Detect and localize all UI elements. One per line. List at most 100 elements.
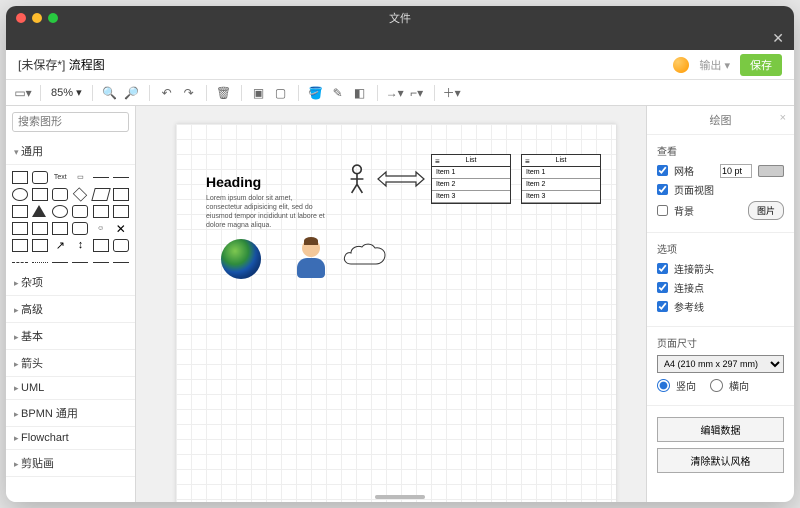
shape-square[interactable]	[32, 188, 48, 201]
shape-arrow[interactable]: ↗	[52, 239, 68, 252]
shape-rounded[interactable]	[52, 188, 68, 201]
shape-doc[interactable]	[12, 239, 28, 252]
close-window[interactable]	[16, 13, 26, 23]
globe-shape[interactable]	[221, 239, 261, 279]
shape-line2[interactable]	[113, 177, 129, 178]
grid-checkbox[interactable]	[657, 165, 668, 176]
shape-arrow-line[interactable]	[52, 262, 68, 263]
zoom-dropdown[interactable]: 85% ▾	[49, 86, 84, 99]
sub-titlebar: ✕	[6, 30, 794, 50]
shape-dotted[interactable]	[32, 262, 48, 263]
conn-arrow-checkbox[interactable]	[657, 263, 668, 274]
export-button[interactable]: 输出 ▾	[699, 57, 730, 73]
avatar-shape[interactable]	[296, 239, 326, 279]
portrait-radio[interactable]	[657, 379, 670, 392]
list-item: Item 3	[432, 191, 510, 203]
view-mode-button[interactable]: ▭▾	[14, 84, 32, 102]
cloud-shape[interactable]	[341, 242, 391, 272]
grid-size-input[interactable]	[720, 164, 752, 178]
category-bpmn[interactable]: BPMN 通用	[6, 400, 135, 427]
to-back-icon[interactable]: ▢	[272, 84, 290, 102]
shape-rounded-rect[interactable]	[32, 171, 48, 184]
list-shape-1[interactable]: List Item 1 Item 2 Item 3	[431, 154, 511, 204]
canvas-page[interactable]: Heading Lorem ipsum dolor sit amet, cons…	[176, 124, 616, 502]
category-misc[interactable]: 杂项	[6, 269, 135, 296]
maximize-window[interactable]	[48, 13, 58, 23]
search-input[interactable]	[12, 112, 129, 132]
shape-star[interactable]: ↕	[72, 239, 88, 252]
connection-icon[interactable]: →▾	[386, 84, 404, 102]
shape-sidebar: 通用 Text ▭	[6, 106, 136, 502]
shape-step[interactable]	[12, 222, 28, 235]
save-button[interactable]: 保存	[740, 54, 782, 76]
conn-point-label: 连接点	[674, 280, 704, 295]
shape-and[interactable]	[113, 239, 129, 252]
zoom-in-icon[interactable]: 🔎	[123, 84, 141, 102]
delete-icon[interactable]: 🗑	[215, 84, 233, 102]
edit-data-button[interactable]: 编辑数据	[657, 417, 784, 442]
shape-note[interactable]	[93, 205, 109, 218]
minimize-window[interactable]	[32, 13, 42, 23]
shape-dashed[interactable]	[12, 262, 28, 263]
category-general[interactable]: 通用	[6, 138, 135, 165]
shape-card[interactable]	[113, 205, 129, 218]
shape-biarrow[interactable]	[72, 262, 88, 263]
panel-close-icon[interactable]: ×	[780, 112, 786, 124]
category-flowchart[interactable]: Flowchart	[6, 427, 135, 450]
category-clipart[interactable]: 剪贴画	[6, 450, 135, 477]
category-arrows[interactable]: 箭头	[6, 350, 135, 377]
format-panel: 绘图 × 查看 网格 页面视图 背景 图片	[646, 106, 794, 502]
list-shape-2[interactable]: List Item 1 Item 2 Item 3	[521, 154, 601, 204]
heading-shape[interactable]: Heading	[206, 174, 261, 190]
resize-handle[interactable]	[375, 495, 425, 499]
shape-parallelogram[interactable]	[91, 188, 110, 201]
waypoint-icon[interactable]: ⌐▾	[408, 84, 426, 102]
shape-tape[interactable]	[52, 222, 68, 235]
image-button[interactable]: 图片	[748, 201, 784, 220]
category-basic[interactable]: 基本	[6, 323, 135, 350]
shape-diamond[interactable]	[73, 187, 87, 201]
landscape-radio[interactable]	[710, 379, 723, 392]
shape-rect[interactable]	[12, 171, 28, 184]
shape-bubble[interactable]	[72, 222, 88, 235]
reset-style-button[interactable]: 清除默认风格	[657, 448, 784, 473]
grid-color-swatch[interactable]	[758, 165, 784, 177]
shape-ellipse[interactable]	[12, 188, 28, 201]
shadow-icon[interactable]: ◧	[351, 84, 369, 102]
line-color-icon[interactable]: ✎	[329, 84, 347, 102]
shape-or[interactable]	[93, 239, 109, 252]
shape-trapezoid[interactable]	[32, 222, 48, 235]
shape-hexagon[interactable]	[113, 188, 129, 201]
category-uml[interactable]: UML	[6, 377, 135, 400]
shape-line[interactable]	[93, 177, 109, 178]
shape-cross[interactable]: ✕	[113, 222, 129, 235]
lorem-text-shape[interactable]: Lorem ipsum dolor sit amet, consectetur …	[206, 194, 326, 230]
pageview-checkbox[interactable]	[657, 184, 668, 195]
double-arrow-shape[interactable]	[376, 169, 426, 189]
zoom-out-icon[interactable]: 🔍	[101, 84, 119, 102]
shape-actor[interactable]: ☺	[93, 222, 109, 235]
shape-triangle[interactable]	[32, 205, 46, 217]
shape-curve2[interactable]	[113, 262, 129, 263]
shape-text[interactable]: Text	[52, 171, 68, 184]
undo-icon[interactable]: ↶	[158, 84, 176, 102]
actor-shape[interactable]	[346, 164, 368, 194]
guide-checkbox[interactable]	[657, 301, 668, 312]
fill-color-icon[interactable]: 🪣	[307, 84, 325, 102]
canvas-area[interactable]: Heading Lorem ipsum dolor sit amet, cons…	[136, 106, 646, 502]
add-icon[interactable]: ＋▾	[443, 84, 461, 102]
pagesize-select[interactable]: A4 (210 mm x 297 mm)	[657, 355, 784, 373]
conn-arrow-label: 连接箭头	[674, 261, 714, 276]
shape-callout[interactable]	[72, 205, 88, 218]
close-icon[interactable]: ✕	[772, 30, 784, 47]
redo-icon[interactable]: ↷	[180, 84, 198, 102]
background-checkbox[interactable]	[657, 205, 668, 216]
conn-point-checkbox[interactable]	[657, 282, 668, 293]
category-advanced[interactable]: 高级	[6, 296, 135, 323]
shape-process[interactable]	[12, 205, 28, 218]
shape-textbox[interactable]: ▭	[72, 171, 88, 184]
shape-cylinder[interactable]	[52, 205, 68, 218]
shape-folder[interactable]	[32, 239, 48, 252]
shape-curve[interactable]	[93, 262, 109, 263]
to-front-icon[interactable]: ▣	[250, 84, 268, 102]
